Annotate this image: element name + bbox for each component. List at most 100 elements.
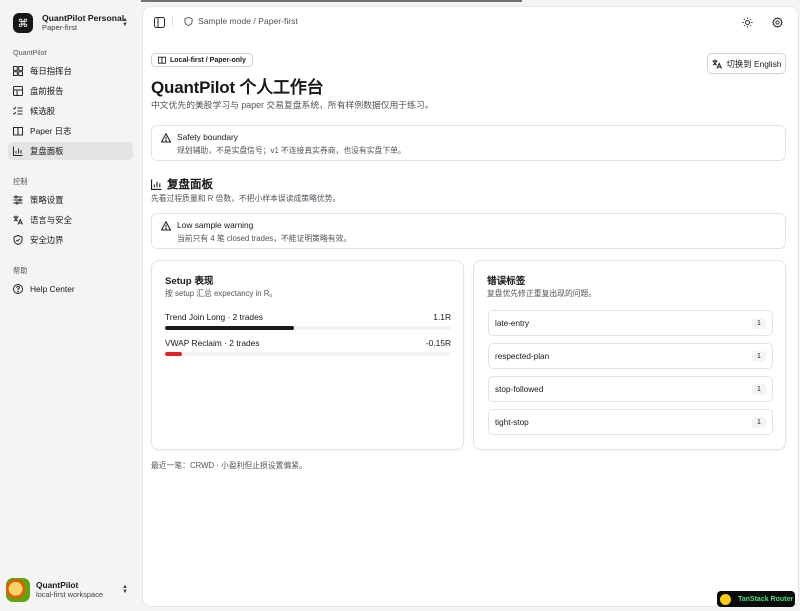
switch-language-label: 切换到 English <box>726 58 782 69</box>
workspace-title: QuantPilot Personal <box>42 13 125 23</box>
mistake-tag-item[interactable]: late-entry 1 <box>488 310 773 336</box>
tanstack-logo-icon <box>720 593 731 605</box>
sidebar-item-premarket-report[interactable]: 盘前报告 <box>8 82 133 100</box>
page-title: QuantPilot 个人工作台 <box>151 78 324 97</box>
chevrons-up-down-icon: ▲ ▼ <box>122 584 128 595</box>
badge-label: Local-first / Paper-only <box>170 56 246 64</box>
sidebar-item-daily-command[interactable]: 每日指挥台 <box>8 62 133 80</box>
mistake-tag-item[interactable]: respected-plan 1 <box>488 343 773 369</box>
section-title-text: 复盘面板 <box>167 179 213 191</box>
tag-label: tight-stop <box>495 418 529 427</box>
setup-bar-fill <box>165 352 183 356</box>
mistake-tag-item[interactable]: stop-followed 1 <box>488 376 773 402</box>
sidebar-toggle-button[interactable] <box>152 15 166 29</box>
safety-boundary-alert: Safety boundary 规划辅助，不是实盘信号；v1 不连接真实券商，也… <box>151 125 786 161</box>
sidebar: ⌘ QuantPilot Personal Paper-first ▲ ▼ Qua… <box>0 0 141 611</box>
sliders-icon <box>13 195 23 205</box>
sidebar-item-candidates[interactable]: 候选股 <box>8 102 133 120</box>
tag-count-badge: 1 <box>752 384 766 395</box>
tanstack-router-devtools-button[interactable]: TanStack Router <box>717 591 795 607</box>
nav-group-label: 控制 <box>13 177 28 186</box>
local-first-badge: Local-first / Paper-only <box>151 53 253 67</box>
page-subtitle: 中文优先的美股学习与 paper 交易复盘系统，所有样例数据仅用于练习。 <box>151 100 434 110</box>
sidebar-item-label: 候选股 <box>30 106 56 116</box>
bar-chart-icon <box>151 179 162 190</box>
help-circle-icon <box>13 284 23 294</box>
nav-group-label: QuantPilot <box>13 48 47 57</box>
card-subtitle: 按 setup 汇总 expectancy in R。 <box>165 289 278 298</box>
mistake-tag-item[interactable]: tight-stop 1 <box>488 409 773 435</box>
settings-button[interactable] <box>770 15 784 29</box>
latest-trade-note: 最近一笔：CRWD · 小盈利但止损设置偏紧。 <box>151 461 307 470</box>
section-subtitle: 先看过程质量和 R 倍数，不把小样本误读成策略优势。 <box>151 194 341 203</box>
setup-bar-track <box>165 326 451 330</box>
sidebar-item-language-safety[interactable]: 语言与安全 <box>8 211 133 229</box>
setup-value: -0.15R <box>425 338 451 348</box>
table-icon <box>13 86 23 96</box>
alert-title: Low sample warning <box>177 220 254 230</box>
book-icon <box>13 126 23 136</box>
card-title: 错误标签 <box>487 276 526 287</box>
alert-text: 规划辅助，不是实盘信号；v1 不连接真实券商，也没有实盘下单。 <box>177 146 406 155</box>
gear-icon <box>771 16 783 28</box>
workspace-switcher[interactable]: ⌘ QuantPilot Personal Paper-first ▲ ▼ <box>8 9 134 37</box>
setup-performance-card: Setup 表现 按 setup 汇总 expectancy in R。 Tre… <box>151 260 464 450</box>
breadcrumb: Sample mode / Paper-first <box>184 16 298 26</box>
sidebar-item-label: Help Center <box>30 284 75 294</box>
mistake-tags-card: 错误标签 复盘优先修正重复出现的问题。 late-entry 1 respect… <box>473 260 786 450</box>
tag-count-badge: 1 <box>752 351 766 362</box>
workspace-subtitle: Paper-first <box>42 23 78 32</box>
tag-label: late-entry <box>495 319 530 328</box>
languages-icon <box>712 59 722 69</box>
sidebar-item-safety-boundary[interactable]: 安全边界 <box>8 231 133 249</box>
theme-toggle-button[interactable] <box>740 15 754 29</box>
panel-left-icon <box>153 16 165 28</box>
setup-bar-fill <box>165 326 294 330</box>
setup-bar-track <box>165 352 451 356</box>
sidebar-item-label: 策略设置 <box>30 195 64 205</box>
sidebar-item-label: Paper 日志 <box>30 126 72 136</box>
languages-icon <box>13 215 23 225</box>
shield-icon <box>184 16 193 26</box>
tag-count-badge: 1 <box>752 318 766 329</box>
card-subtitle: 复盘优先修正重复出现的问题。 <box>487 289 597 298</box>
alert-text: 当前只有 4 笔 closed trades，不能证明策略有效。 <box>177 234 352 243</box>
card-title: Setup 表现 <box>165 276 214 287</box>
setup-value: 1.1R <box>433 312 451 322</box>
chevrons-up-down-icon: ▲ ▼ <box>122 17 128 28</box>
sidebar-item-label: 复盘面板 <box>30 146 64 156</box>
switch-language-button[interactable]: 切换到 English <box>707 53 786 74</box>
nav-group-label: 帮助 <box>13 266 28 275</box>
alert-title: Safety boundary <box>177 132 238 142</box>
warning-triangle-icon <box>161 133 171 143</box>
main-panel: Sample mode / Paper-first Local-first / … <box>143 7 798 606</box>
user-menu[interactable]: QuantPilot local-first workspace ▲ ▼ <box>6 577 134 603</box>
low-sample-alert: Low sample warning 当前只有 4 笔 closed trade… <box>151 213 786 249</box>
warning-triangle-icon <box>161 221 171 231</box>
user-name: QuantPilot <box>36 580 79 590</box>
sidebar-item-label: 盘前报告 <box>30 86 64 96</box>
sidebar-item-review-dashboard[interactable]: 复盘面板 <box>8 142 133 160</box>
sidebar-item-paper-journal[interactable]: Paper 日志 <box>8 122 133 140</box>
shield-check-icon <box>13 235 23 245</box>
devtools-label: TanStack Router <box>738 595 794 603</box>
avatar <box>6 578 30 602</box>
tag-count-badge: 1 <box>752 417 766 428</box>
list-checks-icon <box>13 106 23 116</box>
sidebar-item-label: 安全边界 <box>30 235 64 245</box>
sidebar-item-help-center[interactable]: Help Center <box>8 280 133 298</box>
command-icon: ⌘ <box>13 13 33 33</box>
setup-label: VWAP Reclaim · 2 trades <box>165 338 260 348</box>
header-divider <box>172 16 173 28</box>
tag-label: respected-plan <box>495 352 550 361</box>
book-open-icon <box>158 56 166 64</box>
sidebar-item-label: 每日指挥台 <box>30 66 72 76</box>
sun-icon <box>741 16 753 28</box>
tag-label: stop-followed <box>495 385 544 394</box>
sidebar-item-strategy-settings[interactable]: 策略设置 <box>8 191 133 209</box>
grid-icon <box>13 66 23 76</box>
breadcrumb-text: Sample mode / Paper-first <box>198 16 298 26</box>
section-title: 复盘面板 <box>151 176 213 192</box>
sidebar-item-label: 语言与安全 <box>30 215 72 225</box>
user-subtitle: local-first workspace <box>36 590 103 599</box>
